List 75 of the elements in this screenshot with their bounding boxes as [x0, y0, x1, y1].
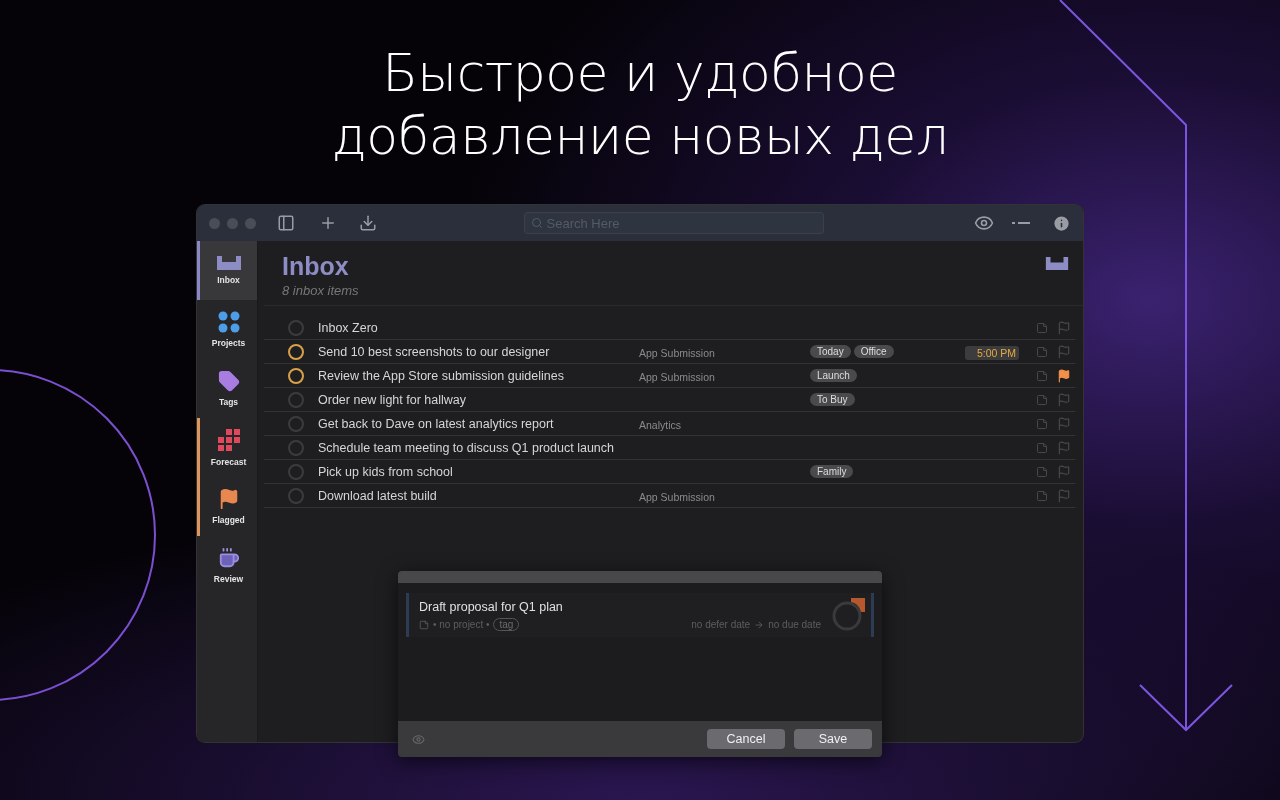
task-title: Download latest build	[318, 488, 438, 503]
project-label: Analytics	[639, 418, 681, 431]
tag-pill: To Buy	[810, 393, 855, 406]
project-label: App Submission	[639, 370, 715, 383]
task-row[interactable]: Inbox Zero	[264, 316, 1075, 340]
checkbox[interactable]	[288, 343, 304, 360]
item-count: 8 inbox items	[282, 283, 359, 298]
task-row[interactable]: Download latest build App Submission	[264, 484, 1075, 508]
sidebar-item[interactable]: Inbox	[197, 241, 257, 300]
note-icon[interactable]	[1036, 441, 1048, 454]
dialog-button[interactable]: Save	[794, 729, 872, 749]
checkbox[interactable]	[288, 367, 304, 384]
task-title: Schedule team meeting to discuss Q1 product launch	[318, 440, 615, 455]
task-row[interactable]: Order new light for hallway To Buy	[264, 388, 1075, 412]
checkbox[interactable]	[288, 463, 304, 480]
task-row[interactable]: Get back to Dave on latest analytics report Analytics	[264, 412, 1075, 436]
task-title: Pick up kids from school	[318, 464, 454, 479]
task-row[interactable]: Review the App Store submission guidelines App Submission Launch	[264, 364, 1075, 388]
note-icon[interactable]	[1036, 369, 1048, 382]
checkbox[interactable]	[288, 391, 304, 408]
sidebar-item[interactable]: Projects	[197, 300, 257, 359]
tag-icon	[217, 370, 240, 392]
window-control[interactable]	[209, 217, 220, 229]
task-title: Review the App Store submission guidelines	[318, 368, 565, 383]
window-control[interactable]	[227, 217, 238, 229]
sidebar-toggle-icon[interactable]	[277, 214, 295, 232]
note-icon[interactable]	[1036, 489, 1048, 502]
add-icon[interactable]	[319, 214, 337, 232]
project-label: App Submission	[639, 346, 715, 359]
dash-icon[interactable]	[1012, 221, 1030, 225]
dots-icon	[217, 311, 240, 333]
task-row[interactable]: Schedule team meeting to discuss Q1 product launch	[264, 436, 1075, 460]
note-icon[interactable]	[1036, 393, 1048, 406]
tag-pill: Today	[810, 345, 851, 358]
note-icon[interactable]	[1036, 465, 1048, 478]
task-title: Inbox Zero	[318, 320, 379, 335]
tag-pill: Launch	[810, 369, 857, 382]
checkbox[interactable]	[288, 487, 304, 504]
sidebar-item[interactable]: Flagged	[197, 477, 257, 536]
tag-pill: Office	[853, 345, 894, 358]
note-icon[interactable]	[1036, 417, 1048, 430]
headline: добавление новых дел	[331, 105, 949, 168]
checkbox[interactable]	[288, 415, 304, 432]
search-icon	[530, 217, 543, 229]
project-label: App Submission	[639, 490, 715, 503]
status-ring-icon[interactable]	[831, 596, 867, 632]
headline: Быстрое и удобное	[382, 42, 898, 105]
note-icon[interactable]	[1036, 321, 1048, 334]
task-input[interactable]: Draft proposal for Q1 plan	[419, 600, 719, 614]
grid-icon	[216, 428, 241, 452]
info-icon[interactable]	[1052, 213, 1071, 233]
task-row[interactable]: Pick up kids from school Family	[264, 460, 1075, 484]
tray-icon	[1045, 257, 1069, 270]
tag-pill: Family	[810, 465, 854, 478]
note-icon[interactable]	[1036, 345, 1048, 358]
dialog-button[interactable]: Cancel	[707, 729, 785, 749]
checkbox[interactable]	[288, 439, 304, 456]
sidebar-item[interactable]: Forecast	[197, 418, 257, 477]
page-title: Inbox	[282, 251, 350, 281]
cup-icon	[217, 547, 240, 569]
due-time: 5:00 PM	[965, 345, 1020, 360]
task-title: Order new light for hallway	[318, 392, 467, 407]
window-control[interactable]	[245, 217, 256, 229]
sidebar-item[interactable]: Review	[197, 536, 257, 595]
task-title: Send 10 best screenshots to our designer	[318, 344, 551, 359]
arrow-icon	[754, 619, 765, 630]
task-title: Get back to Dave on latest analytics report	[318, 416, 555, 431]
download-tray-icon[interactable]	[359, 214, 377, 232]
task-row[interactable]: Send 10 best screenshots to our designer App Submission Today Office 5:00 PM	[264, 340, 1075, 364]
note-icon[interactable]	[419, 619, 429, 630]
flag-icon[interactable]	[1057, 368, 1071, 383]
checkbox[interactable]	[288, 319, 304, 336]
tray-icon	[216, 256, 241, 270]
eye-icon[interactable]	[974, 213, 994, 233]
sidebar-item[interactable]: Tags	[197, 359, 257, 418]
